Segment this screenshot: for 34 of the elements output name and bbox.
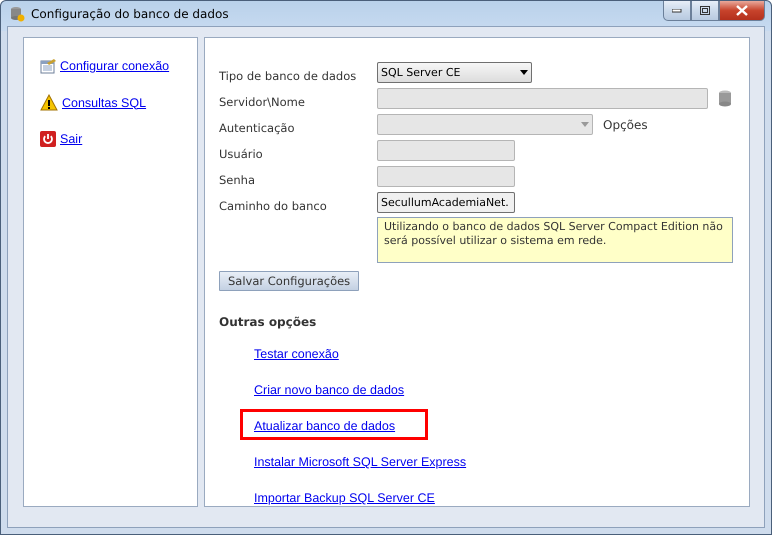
field-label: Senha: [219, 172, 256, 186]
section-title: Outras opções: [219, 315, 318, 329]
field-label: Caminho do banco: [219, 198, 328, 212]
close-button[interactable]: [719, 1, 765, 21]
field-label: Autenticação: [219, 120, 296, 134]
database-icon[interactable]: [718, 90, 732, 107]
close-icon: [736, 5, 748, 16]
settings-icon: [40, 58, 56, 74]
caret-icon: [581, 122, 589, 127]
dropdown[interactable]: SQL Server CE: [377, 62, 532, 83]
field-label: Servidor\Nome: [219, 94, 306, 108]
option-link[interactable]: Instalar Microsoft SQL Server Express: [254, 455, 466, 469]
sidebar-link[interactable]: Sair: [60, 132, 82, 146]
field-label: Usuário: [219, 146, 264, 160]
warning-icon: [40, 94, 58, 111]
maximize-button[interactable]: [691, 1, 719, 21]
sidebar-link[interactable]: Configurar conexão: [60, 59, 170, 73]
minimize-button[interactable]: [663, 1, 691, 21]
option-link[interactable]: Atualizar banco de dados: [254, 419, 396, 433]
save-button[interactable]: Salvar Configurações: [219, 271, 360, 291]
minimize-icon: [672, 8, 682, 12]
info-note: Utilizando o banco de dados SQL Server Compact Edition não será possível utilizar o sistema em rede.: [377, 217, 733, 263]
option-link[interactable]: Criar novo banco de dados: [254, 383, 404, 397]
field-label: Tipo de banco de dados: [219, 68, 358, 82]
power-icon: [40, 131, 56, 147]
caret-icon: [520, 70, 528, 75]
option-link[interactable]: Importar Backup SQL Server CE: [254, 491, 435, 505]
maximize-icon: [700, 6, 710, 16]
window-title: Configuração do banco de dados: [31, 6, 230, 20]
sidebar-link[interactable]: Consultas SQL: [62, 96, 146, 110]
database-icon: [9, 6, 25, 22]
option-link[interactable]: Testar conexão: [254, 347, 339, 361]
input-field[interactable]: SecullumAcademiaNet.: [377, 192, 515, 213]
options-label: Opções: [603, 118, 648, 132]
